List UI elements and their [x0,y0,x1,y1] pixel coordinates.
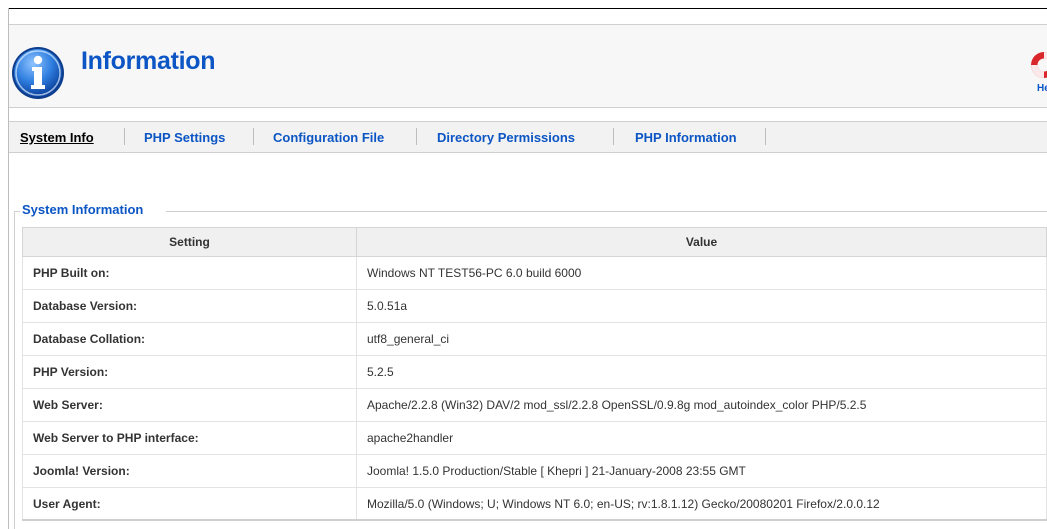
tab-divider [416,128,417,145]
value-cell: Mozilla/5.0 (Windows; U; Windows NT 6.0;… [356,487,1047,521]
system-info-table: Setting Value PHP Built on: Windows NT T… [22,227,1047,521]
section-legend: System Information [22,202,146,217]
tab-divider [613,128,614,145]
value-cell: apache2handler [356,421,1047,455]
tab-directory-permissions[interactable]: Directory Permissions [437,130,575,145]
table-row: Database Collation: utf8_general_ci [22,322,1047,356]
table-row: User Agent: Mozilla/5.0 (Windows; U; Win… [22,487,1047,521]
column-header-setting: Setting [22,227,357,257]
tab-divider [124,128,125,145]
tab-configuration-file[interactable]: Configuration File [273,130,384,145]
value-cell: Windows NT TEST56-PC 6.0 build 6000 [356,256,1047,290]
setting-cell: Joomla! Version: [22,454,357,488]
fieldset-border [14,211,15,529]
info-icon [12,47,64,99]
value-cell: 5.2.5 [356,355,1047,389]
setting-cell: PHP Built on: [22,256,357,290]
value-cell: 5.0.51a [356,289,1047,323]
tab-divider [765,128,766,145]
table-row: Database Version: 5.0.51a [22,289,1047,323]
column-header-value: Value [356,227,1047,257]
info-tabs: System Info PHP Settings Configuration F… [9,121,1047,153]
lifebuoy-icon [1031,52,1047,78]
page-header: Information Help [9,24,1047,108]
setting-cell: Database Collation: [22,322,357,356]
table-row: PHP Version: 5.2.5 [22,355,1047,389]
table-row: Web Server: Apache/2.2.8 (Win32) DAV/2 m… [22,388,1047,422]
tab-php-settings[interactable]: PHP Settings [144,130,225,145]
page-title: Information [81,47,216,75]
table-row: PHP Built on: Windows NT TEST56-PC 6.0 b… [22,256,1047,290]
setting-cell: Web Server: [22,388,357,422]
window-top-border [8,8,1047,9]
help-button[interactable]: Help [1027,46,1047,96]
tab-divider [253,128,254,145]
setting-cell: User Agent: [22,487,357,521]
tab-php-information[interactable]: PHP Information [635,130,737,145]
table-row: Joomla! Version: Joomla! 1.5.0 Productio… [22,454,1047,488]
help-label: Help [1037,83,1047,94]
value-cell: utf8_general_ci [356,322,1047,356]
fieldset-border [166,211,1047,212]
tab-system-info[interactable]: System Info [20,130,94,145]
setting-cell: Web Server to PHP interface: [22,421,357,455]
value-cell: Joomla! 1.5.0 Production/Stable [ Khepri… [356,454,1047,488]
table-row: Web Server to PHP interface: apache2hand… [22,421,1047,455]
value-cell: Apache/2.2.8 (Win32) DAV/2 mod_ssl/2.2.8… [356,388,1047,422]
table-header-row: Setting Value [22,227,1047,257]
setting-cell: PHP Version: [22,355,357,389]
setting-cell: Database Version: [22,289,357,323]
